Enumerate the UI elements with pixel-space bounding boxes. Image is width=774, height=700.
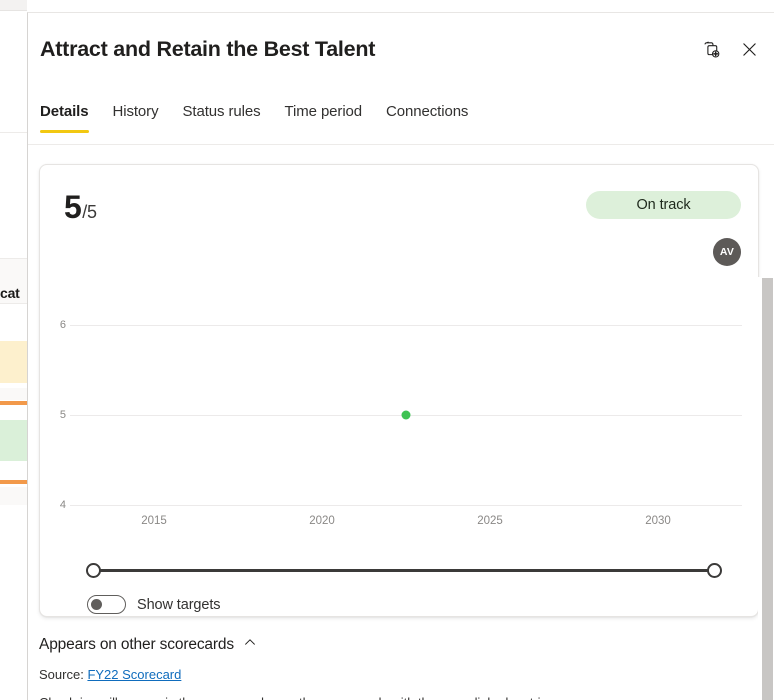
tab-history[interactable]: History	[113, 103, 159, 133]
slider-track	[94, 568, 714, 572]
background-scorecard-page: cat	[0, 0, 27, 700]
background-row-subtle	[0, 487, 27, 505]
add-to-scorecard-icon	[702, 40, 721, 62]
source-link[interactable]: FY22 Scorecard	[87, 667, 181, 682]
slider-handle-end[interactable]	[707, 562, 722, 578]
background-topbar	[0, 0, 27, 11]
source-label: Source:	[39, 667, 84, 682]
background-row-subtle	[0, 388, 27, 400]
toggle-knob	[91, 599, 102, 610]
metric-value: 5 /5	[64, 191, 97, 223]
plot-area: 4 5 6 2015 2020 2025 2030	[60, 319, 742, 527]
show-targets-toggle[interactable]	[87, 595, 126, 614]
x-axis-tick-label: 2030	[645, 515, 671, 527]
page-title: Attract and Retain the Best Talent	[40, 37, 376, 61]
section-header[interactable]: Appears on other scorecards	[39, 635, 744, 654]
y-axis-tick-label: 4	[59, 499, 66, 511]
show-targets-row: Show targets	[87, 595, 221, 614]
close-button[interactable]	[734, 36, 764, 66]
section-title: Appears on other scorecards	[39, 635, 234, 653]
metric-target-value: /5	[82, 202, 97, 222]
background-row-bar-orange	[0, 401, 27, 405]
x-axis-tick-label: 2015	[141, 515, 167, 527]
chart-gridline	[70, 325, 742, 326]
background-divider	[0, 303, 27, 304]
chevron-up-icon	[243, 635, 257, 654]
y-axis-tick-label: 6	[59, 319, 66, 331]
panel-header: Attract and Retain the Best Talent Detai…	[28, 13, 774, 145]
section-note: Check-ins will appear in the source and …	[39, 695, 744, 700]
panel-body: 5 /5 On track AV 4 5 6 2015 2020 2025 2030	[28, 145, 774, 700]
tab-time-period[interactable]: Time period	[285, 103, 363, 133]
header-actions	[696, 36, 764, 66]
background-row-success	[0, 420, 27, 461]
chart-data-point[interactable]	[401, 410, 411, 420]
tab-status-rules[interactable]: Status rules	[182, 103, 260, 133]
x-axis-tick-label: 2020	[309, 515, 335, 527]
tab-details[interactable]: Details	[40, 103, 89, 133]
chart-gridline	[70, 505, 742, 506]
appears-on-other-scorecards-section: Appears on other scorecards Source: FY22…	[39, 635, 744, 700]
metric-chart-card: 5 /5 On track AV 4 5 6 2015 2020 2025 2030	[39, 164, 759, 617]
owner-avatar[interactable]: AV	[713, 238, 741, 266]
panel-scrollbar[interactable]	[758, 277, 774, 700]
tab-connections[interactable]: Connections	[386, 103, 468, 133]
background-divider	[0, 132, 27, 133]
x-axis-tick-label: 2025	[477, 515, 503, 527]
background-row-bar-orange	[0, 480, 27, 484]
show-targets-label: Show targets	[137, 596, 221, 613]
metric-trend-chart[interactable]: 4 5 6 2015 2020 2025 2030	[40, 295, 758, 535]
slider-handle-start[interactable]	[86, 562, 101, 578]
background-column-header: cat	[0, 285, 20, 301]
app-root: cat Attract and Retain the Best Talent D…	[0, 0, 774, 700]
y-axis-tick-label: 5	[59, 409, 66, 421]
scrollbar-thumb[interactable]	[762, 278, 773, 700]
metric-current-value: 5	[64, 189, 82, 225]
source-row: Source: FY22 Scorecard	[39, 667, 744, 682]
status-badge[interactable]: On track	[586, 191, 741, 219]
background-row-warning	[0, 341, 27, 383]
tab-bar: Details History Status rules Time period…	[40, 95, 468, 133]
add-to-scorecard-button[interactable]	[696, 36, 726, 66]
details-panel: Attract and Retain the Best Talent Detai…	[27, 12, 774, 700]
time-range-slider[interactable]	[86, 558, 722, 582]
close-icon	[742, 42, 757, 60]
